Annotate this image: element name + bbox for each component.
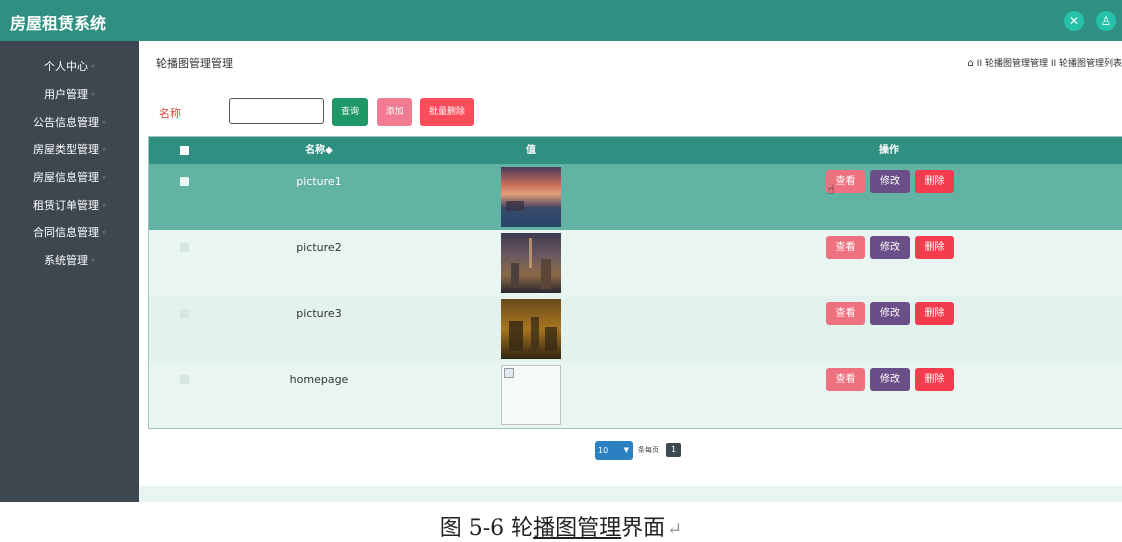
delete-button[interactable]: 删除 <box>915 368 954 391</box>
sidebar-item-system-management[interactable]: 系统管理 ▾ <box>0 251 139 271</box>
fullscreen-icon[interactable]: ✕ <box>1064 11 1084 31</box>
view-button[interactable]: 查看 <box>826 302 865 325</box>
batch-delete-button[interactable]: 批量删除 <box>420 98 474 126</box>
breadcrumb-text: II 轮播图管理管理 II 轮播图管理列表 <box>976 59 1122 69</box>
header-value: 值 <box>526 145 536 156</box>
sidebar-item-house-info-management[interactable]: 房屋信息管理 ▾ <box>0 168 139 188</box>
select-all-checkbox[interactable] <box>180 146 189 155</box>
search-button[interactable]: 查询 <box>332 98 368 126</box>
caret-icon: ▾ <box>101 145 106 154</box>
carousel-table: 名称◆ 值 操作 picture1 查看 修改 删除 picture2 查看 修… <box>148 136 1122 429</box>
city-night-image <box>501 233 561 293</box>
caret-icon: ▾ <box>90 256 95 265</box>
table-row[interactable]: picture2 查看 修改 删除 <box>149 230 1122 296</box>
caret-icon: ▾ <box>101 173 106 182</box>
app-title: 房屋租赁系统 <box>10 14 107 33</box>
sunset-lake-image <box>501 167 561 227</box>
table-row[interactable]: picture1 查看 修改 删除 <box>149 164 1122 230</box>
edit-button[interactable]: 修改 <box>870 236 910 259</box>
top-bar: 房屋租赁系统 ✕ ♙ <box>0 0 1122 41</box>
search-name-input[interactable] <box>229 98 324 124</box>
page-title: 轮播图管理管理 <box>156 57 233 70</box>
breadcrumb: ⌂ II 轮播图管理管理 II 轮播图管理列表 <box>967 56 1122 69</box>
sidebar-item-contract-management[interactable]: 合同信息管理 ▾ <box>0 223 139 243</box>
home-icon[interactable]: ⌂ <box>967 58 973 69</box>
delete-button[interactable]: 删除 <box>915 236 954 259</box>
edit-button[interactable]: 修改 <box>870 368 910 391</box>
app-window: 房屋租赁系统 ✕ ♙ 个人中心 ▾ 用户管理 ▾ 公告信息管理 ▾ 房屋类型管理 ▾ 房… <box>0 0 1122 502</box>
caret-icon: ▾ <box>101 118 106 127</box>
page-size-select[interactable]: 10 ▼ <box>595 441 633 460</box>
view-button[interactable]: 查看 <box>826 368 865 391</box>
main-content: 轮播图管理管理 ⌂ II 轮播图管理管理 II 轮播图管理列表 名称 查询 添加 … <box>139 41 1122 502</box>
row-name: picture3 <box>296 307 342 320</box>
sidebar-item-rental-order-management[interactable]: 租赁订单管理 ▾ <box>0 196 139 216</box>
sidebar-item-house-type-management[interactable]: 房屋类型管理 ▾ <box>0 140 139 160</box>
sidebar: 个人中心 ▾ 用户管理 ▾ 公告信息管理 ▾ 房屋类型管理 ▾ 房屋信息管理 ▾ 租赁订单… <box>0 41 139 502</box>
hand-cursor-icon: ☝ <box>827 183 835 198</box>
sidebar-item-personal-center[interactable]: 个人中心 ▾ <box>0 57 139 77</box>
edit-button[interactable]: 修改 <box>870 302 910 325</box>
table-row[interactable]: homepage 查看 修改 删除 <box>149 362 1122 428</box>
row-checkbox[interactable] <box>180 243 189 252</box>
figure-caption: 图 5-6 轮播图管理界面 ↵ <box>439 516 683 541</box>
row-checkbox[interactable] <box>180 375 189 384</box>
search-name-label: 名称 <box>159 107 181 120</box>
delete-button[interactable]: 删除 <box>915 170 954 193</box>
sidebar-item-notice-management[interactable]: 公告信息管理 ▾ <box>0 113 139 133</box>
castle-dusk-image <box>501 299 561 359</box>
caret-icon: ▾ <box>90 62 95 71</box>
row-name: homepage <box>289 373 349 386</box>
caret-icon: ▾ <box>101 228 106 237</box>
per-page-label: 条每页 <box>638 446 659 454</box>
header-actions: 操作 <box>879 145 899 156</box>
header-name[interactable]: 名称◆ <box>269 137 369 164</box>
add-button[interactable]: 添加 <box>377 98 412 126</box>
row-name: picture2 <box>296 241 342 254</box>
user-icon[interactable]: ♙ <box>1096 11 1116 31</box>
row-name: picture1 <box>296 175 342 188</box>
row-checkbox[interactable] <box>180 309 189 318</box>
sidebar-item-user-management[interactable]: 用户管理 ▾ <box>0 85 139 105</box>
footer <box>139 486 1122 502</box>
edit-button[interactable]: 修改 <box>870 170 910 193</box>
broken-image-icon <box>501 365 561 425</box>
view-button[interactable]: 查看 <box>826 236 865 259</box>
table-header: 名称◆ 值 操作 <box>149 137 1122 164</box>
page-number-button[interactable]: 1 <box>666 443 681 457</box>
table-row[interactable]: picture3 查看 修改 删除 <box>149 296 1122 362</box>
row-checkbox[interactable] <box>180 177 189 186</box>
delete-button[interactable]: 删除 <box>915 302 954 325</box>
caret-icon: ▾ <box>90 90 95 99</box>
caret-icon: ▾ <box>101 201 106 210</box>
chevron-down-icon: ▼ <box>623 446 629 454</box>
